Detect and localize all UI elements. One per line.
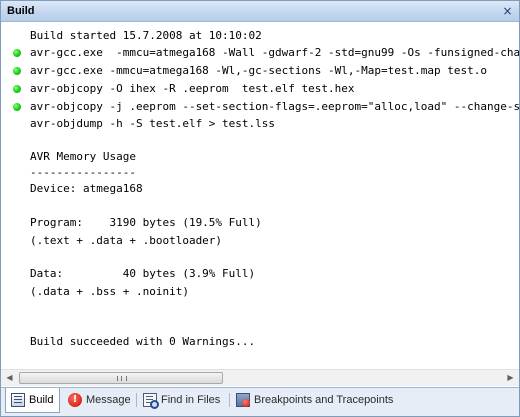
tab-label: Build: [29, 394, 54, 406]
output-line: avr-objcopy -O ihex -R .eeprom test.elf …: [30, 82, 355, 95]
tab-bar: Build ! Message Find in Files Breakpoint…: [1, 387, 519, 416]
horizontal-scrollbar[interactable]: ◀ ▶: [1, 369, 519, 386]
build-icon: [11, 393, 25, 407]
tab-label: Message: [86, 394, 131, 406]
output-line: Device: atmega168: [30, 182, 143, 195]
output-line: Data: 40 bytes (3.9% Full): [30, 267, 256, 280]
output-line: AVR Memory Usage: [30, 150, 136, 163]
output-line: avr-objcopy -j .eeprom --set-section-fla…: [30, 100, 519, 113]
scroll-right-icon[interactable]: ▶: [502, 370, 519, 386]
status-dot-icon: [13, 67, 21, 75]
window-title: Build: [7, 5, 35, 17]
output-line: Build started 15.7.2008 at 10:10:02: [30, 29, 262, 42]
breakpoints-icon: [236, 393, 250, 407]
output-line: Program: 3190 bytes (19.5% Full): [30, 216, 262, 229]
tab-find-in-files[interactable]: Find in Files: [138, 388, 229, 412]
tab-breakpoints-and-tracepoints[interactable]: Breakpoints and Tracepoints: [231, 388, 406, 412]
output-line: (.data + .bss + .noinit): [30, 285, 189, 298]
scroll-left-icon[interactable]: ◀: [1, 370, 18, 386]
tab-build[interactable]: Build: [5, 388, 60, 413]
output-line: Build succeeded with 0 Warnings...: [30, 335, 256, 348]
output-line: avr-gcc.exe -mmcu=atmega168 -Wall -gdwar…: [30, 46, 519, 59]
tab-separator: [136, 393, 137, 407]
tab-separator: [229, 393, 230, 407]
output-line: ----------------: [30, 166, 136, 179]
output-line: avr-gcc.exe -mmcu=atmega168 -Wl,-gc-sect…: [30, 64, 487, 77]
tab-label: Find in Files: [161, 394, 221, 406]
error-message-icon: !: [68, 393, 82, 407]
build-output-window: Build × Build started 15.7.2008 at 10:10…: [0, 0, 520, 417]
scrollbar-thumb[interactable]: [19, 372, 223, 384]
close-icon[interactable]: ×: [500, 4, 515, 18]
find-in-files-icon: [143, 393, 159, 409]
status-dot-icon: [13, 49, 21, 57]
output-line: avr-objdump -h -S test.elf > test.lss: [30, 117, 276, 130]
grip-icon: [117, 376, 127, 381]
output-line: (.text + .data + .bootloader): [30, 234, 223, 247]
title-bar[interactable]: Build ×: [1, 1, 519, 22]
output-text-area[interactable]: Build started 15.7.2008 at 10:10:02 avr-…: [1, 23, 519, 369]
tab-label: Breakpoints and Tracepoints: [254, 394, 394, 406]
tab-message[interactable]: ! Message: [63, 388, 135, 412]
status-dot-icon: [13, 103, 21, 111]
status-dot-icon: [13, 85, 21, 93]
